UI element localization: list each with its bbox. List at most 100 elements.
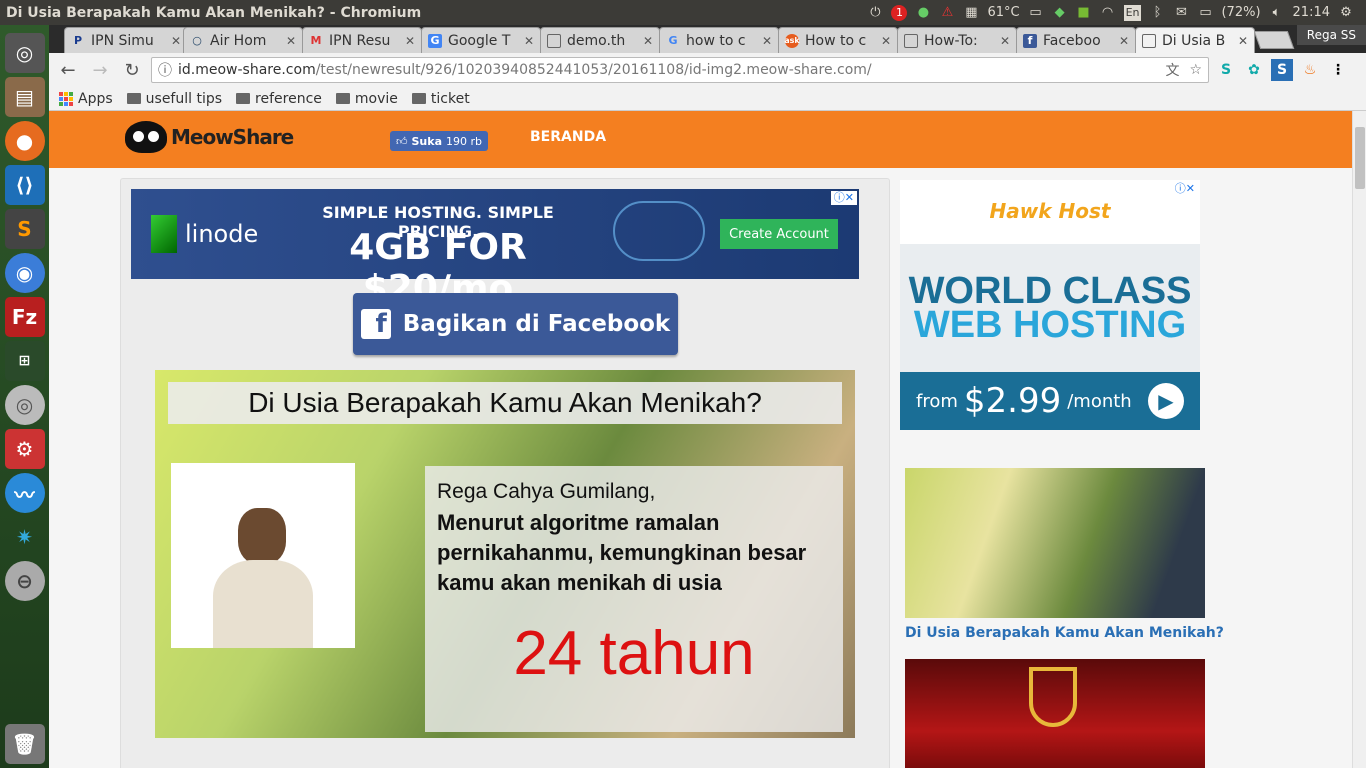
close-icon[interactable]: ✕: [643, 34, 653, 48]
bluetooth-icon[interactable]: ᛒ: [1149, 5, 1165, 21]
web-page: MeowShare 👍︎ Suka 190 rb BERANDA linode …: [49, 111, 1366, 768]
tab-google-translate[interactable]: G Google T ✕: [421, 27, 541, 53]
new-tab-button[interactable]: [1253, 31, 1295, 49]
arrow-right-icon[interactable]: ▶: [1148, 383, 1184, 419]
linode-ad-banner[interactable]: linode SIMPLE HOSTING. SIMPLE PRICING. 4…: [131, 189, 859, 309]
trophy-icon: [1029, 667, 1077, 727]
filezilla-icon[interactable]: Fz: [4, 297, 45, 337]
related-thumbnail[interactable]: [905, 468, 1205, 618]
share-facebook-button[interactable]: f Bagikan di Facebook: [353, 293, 678, 355]
related-thumbnail-trophy[interactable]: [905, 659, 1205, 768]
like-count: 190 rb: [446, 134, 482, 148]
update-icon[interactable]: ●: [915, 5, 931, 21]
hawkhost-price: $2.99: [963, 381, 1062, 421]
firefox-icon[interactable]: ●: [4, 121, 45, 161]
mustache-app-icon[interactable]: 〰: [4, 473, 45, 513]
close-icon[interactable]: ✕: [524, 34, 534, 48]
workspace-switcher-icon[interactable]: ⊞: [4, 341, 45, 381]
close-icon[interactable]: ✕: [1119, 34, 1129, 48]
sublime-text-icon[interactable]: S: [4, 209, 45, 249]
adchoices-icon[interactable]: ⓘ✕: [1171, 182, 1198, 196]
close-icon[interactable]: ✕: [405, 34, 415, 48]
chromium-window: P IPN Simu ✕ ○ Air Hom ✕ M IPN Resu ✕ G …: [49, 25, 1366, 768]
create-account-button[interactable]: Create Account: [720, 219, 838, 249]
logo-text: MeowShare: [171, 125, 294, 149]
sync-icon[interactable]: ◆: [1052, 5, 1068, 21]
cpu-temp-icon[interactable]: ▦: [963, 5, 979, 21]
profile-button[interactable]: Rega SS: [1296, 25, 1366, 45]
disk-icon[interactable]: ◎: [4, 385, 45, 425]
info-icon[interactable]: ⓘ: [158, 60, 172, 80]
bookmark-folder-movie[interactable]: movie: [335, 91, 398, 107]
back-icon[interactable]: ←: [55, 57, 81, 83]
nav-beranda[interactable]: BERANDA: [530, 129, 606, 145]
extension-leaf-icon[interactable]: ✿: [1243, 59, 1265, 81]
scrollbar-thumb[interactable]: [1355, 127, 1365, 189]
site-logo[interactable]: MeowShare: [125, 121, 294, 153]
vscode-icon[interactable]: ⟨⟩: [4, 165, 45, 205]
close-icon[interactable]: ✕: [171, 34, 181, 48]
bookmark-folder-reference[interactable]: reference: [236, 91, 322, 107]
warning-icon[interactable]: ⚠: [939, 5, 955, 21]
tab-demo[interactable]: demo.th ✕: [540, 27, 660, 53]
translate-icon[interactable]: 文: [1165, 60, 1179, 80]
address-bar[interactable]: ⓘ id.meow-share.com/test/newresult/926/1…: [151, 57, 1209, 83]
page-scrollbar[interactable]: [1352, 111, 1366, 768]
facebook-like-button[interactable]: 👍︎ Suka 190 rb: [390, 131, 488, 151]
wifi-icon[interactable]: ◠: [1100, 5, 1116, 21]
bookmark-label: usefull tips: [145, 90, 223, 107]
files-icon[interactable]: ▤: [4, 77, 45, 117]
tab-title: IPN Simu: [91, 32, 154, 49]
related-title-link[interactable]: Di Usia Berapakah Kamu Akan Menikah?: [905, 625, 1224, 641]
close-icon[interactable]: ✕: [1238, 34, 1248, 48]
reload-icon[interactable]: ↻: [119, 57, 145, 83]
tab-ipn-result[interactable]: M IPN Resu ✕: [302, 27, 422, 53]
extension-s-blue-icon[interactable]: S: [1271, 59, 1293, 81]
gear-icon[interactable]: ⚙: [1338, 5, 1354, 21]
tab-ipn-simulator[interactable]: P IPN Simu ✕: [64, 27, 188, 53]
bookmark-apps[interactable]: Apps: [59, 91, 113, 107]
battery-icon[interactable]: ▭: [1197, 5, 1213, 21]
google-translate-icon: G: [428, 33, 442, 48]
volume-icon[interactable]: 🔈︎: [1269, 5, 1285, 21]
close-icon[interactable]: ✕: [881, 34, 891, 48]
close-icon[interactable]: ✕: [762, 34, 772, 48]
notification-badge[interactable]: 1: [891, 4, 908, 21]
adchoices-icon[interactable]: ⓘ✕: [830, 191, 857, 205]
nvidia-icon[interactable]: ■: [1076, 5, 1092, 21]
chromium-icon[interactable]: ◉: [4, 253, 45, 293]
ubuntu-logo-icon[interactable]: ◎: [4, 33, 45, 73]
splash-app-icon[interactable]: ✷: [5, 517, 45, 557]
clipboard-icon[interactable]: ▭: [1028, 5, 1044, 21]
tab-how-to-page[interactable]: How-To: ✕: [897, 27, 1017, 53]
result-title: Di Usia Berapakah Kamu Akan Menikah?: [168, 382, 842, 424]
ubuntu-top-panel: Di Usia Berapakah Kamu Akan Menikah? - C…: [0, 0, 1366, 25]
bookmark-folder-usefull-tips[interactable]: usefull tips: [126, 90, 223, 107]
hawkhost-ad-banner[interactable]: Hawk Host WORLD CLASS WEB HOSTING from $…: [900, 180, 1200, 430]
close-icon[interactable]: ✕: [286, 34, 296, 48]
keyboard-layout[interactable]: En: [1123, 4, 1142, 21]
tab-di-usia-active[interactable]: Di Usia B ✕: [1135, 27, 1255, 53]
page-icon: [1142, 33, 1156, 48]
cloud-icon: [613, 201, 705, 261]
menu-icon[interactable]: ⋮: [1327, 59, 1349, 81]
tab-facebook[interactable]: f Faceboo ✕: [1016, 27, 1136, 53]
extension-fire-icon[interactable]: ♨: [1299, 59, 1321, 81]
extension-s-icon[interactable]: S: [1215, 59, 1237, 81]
tab-how-to-ask[interactable]: ask How to c ✕: [778, 27, 898, 53]
forward-icon[interactable]: →: [87, 57, 113, 83]
close-icon[interactable]: ✕: [1000, 34, 1010, 48]
tab-air-home[interactable]: ○ Air Hom ✕: [183, 27, 303, 53]
folder-icon: [411, 93, 426, 104]
bookmark-star-icon[interactable]: ☆: [1189, 62, 1202, 78]
media-icon[interactable]: ⏻: [867, 5, 883, 21]
result-description: Menurut algoritme ramalan pernikahanmu, …: [437, 510, 807, 595]
trash-icon[interactable]: 🗑︎: [4, 724, 45, 764]
site-header: MeowShare 👍︎ Suka 190 rb BERANDA: [49, 111, 1366, 168]
drive-icon[interactable]: ⊖: [4, 561, 45, 601]
clock[interactable]: 21:14: [1293, 5, 1330, 20]
system-settings-icon[interactable]: ⚙: [4, 429, 45, 469]
tab-how-to-google[interactable]: G how to c ✕: [659, 27, 779, 53]
mail-icon[interactable]: ✉: [1173, 5, 1189, 21]
bookmark-folder-ticket[interactable]: ticket: [411, 91, 470, 107]
